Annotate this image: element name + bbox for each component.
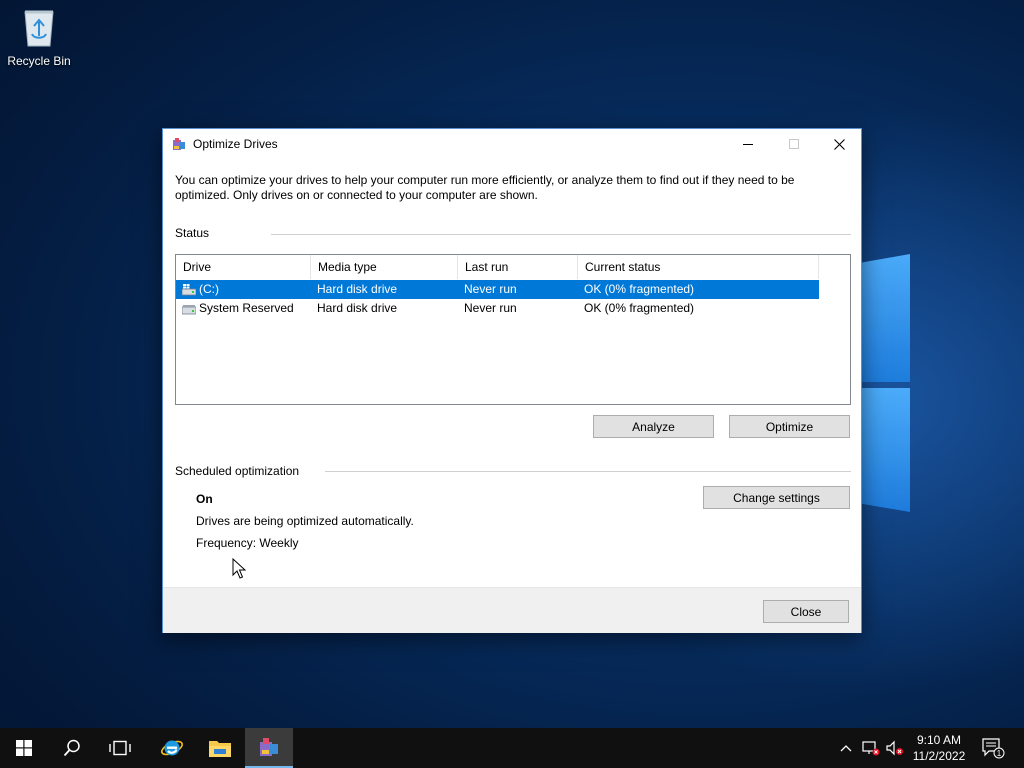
windows-drive-icon xyxy=(181,284,197,296)
network-status-button[interactable] xyxy=(860,728,882,768)
optimize-drives-window: Optimize Drives You can optimize your dr… xyxy=(162,128,862,633)
change-settings-button[interactable]: Change settings xyxy=(703,486,850,509)
drive-last-run: Never run xyxy=(464,301,517,315)
system-clock[interactable]: 9:10 AM 11/2/2022 xyxy=(908,732,970,764)
hard-drive-icon xyxy=(181,303,197,315)
minimize-icon xyxy=(743,144,753,145)
volume-muted-icon xyxy=(886,740,903,756)
scheduled-optimization-label: Scheduled optimization xyxy=(175,464,300,478)
show-hidden-icons-button[interactable] xyxy=(836,728,856,768)
recycle-bin-icon xyxy=(20,6,58,48)
start-button[interactable] xyxy=(0,728,48,768)
intro-text: You can optimize your drives to help you… xyxy=(175,173,795,202)
schedule-state: On xyxy=(196,492,213,506)
mouse-cursor-icon xyxy=(232,557,247,583)
minimize-button[interactable] xyxy=(725,129,771,159)
scheduled-separator xyxy=(325,471,851,472)
clock-date: 11/2/2022 xyxy=(912,749,966,763)
recycle-bin-label: Recycle Bin xyxy=(7,54,71,68)
defrag-app-icon xyxy=(260,738,278,756)
maximize-icon xyxy=(789,139,799,149)
column-header-last-run[interactable]: Last run xyxy=(458,255,578,279)
chevron-up-icon xyxy=(840,745,852,752)
drive-current-status: OK (0% fragmented) xyxy=(584,282,695,296)
maximize-button xyxy=(771,129,817,159)
notification-count: 1 xyxy=(997,749,1002,758)
close-icon xyxy=(833,138,845,150)
search-icon xyxy=(63,739,80,757)
status-label: Status xyxy=(175,226,210,240)
notification-icon: 1 xyxy=(982,738,1005,759)
status-separator xyxy=(271,234,851,235)
volume-button[interactable] xyxy=(884,728,906,768)
close-button[interactable]: Close xyxy=(763,600,849,623)
folder-icon xyxy=(209,741,231,757)
task-view-button[interactable] xyxy=(96,728,144,768)
drive-current-status: OK (0% fragmented) xyxy=(584,301,695,315)
schedule-description: Drives are being optimized automatically… xyxy=(196,514,414,528)
drives-list[interactable]: Drive Media type Last run Current status… xyxy=(175,254,851,405)
recycle-bin-shortcut[interactable]: Recycle Bin xyxy=(6,6,72,68)
column-header-current-status[interactable]: Current status xyxy=(578,255,819,279)
file-explorer-button[interactable] xyxy=(196,728,244,768)
task-view-icon xyxy=(109,740,131,756)
clock-time: 9:10 AM xyxy=(916,733,962,747)
network-disconnected-icon xyxy=(862,741,880,756)
window-title: Optimize Drives xyxy=(193,137,278,151)
close-window-button[interactable] xyxy=(816,129,862,159)
optimize-drives-taskbar-button[interactable] xyxy=(245,728,293,768)
defrag-app-icon xyxy=(172,137,186,151)
windows-start-icon xyxy=(16,740,32,756)
column-header-media-type[interactable]: Media type xyxy=(311,255,458,279)
action-center-button[interactable]: 1 xyxy=(978,728,1008,768)
analyze-button[interactable]: Analyze xyxy=(593,415,714,438)
drive-row-system-reserved[interactable]: System Reserved Hard disk drive Never ru… xyxy=(176,299,819,318)
drive-media-type: Hard disk drive xyxy=(317,282,398,296)
drive-row-c[interactable]: (C:) Hard disk drive Never run OK (0% fr… xyxy=(176,280,819,299)
schedule-frequency: Frequency: Weekly xyxy=(196,536,299,550)
drive-last-run: Never run xyxy=(464,282,517,296)
dialog-footer: Close xyxy=(163,587,861,633)
internet-explorer-icon xyxy=(161,740,183,756)
drive-name: System Reserved xyxy=(199,301,294,315)
search-button[interactable] xyxy=(48,728,96,768)
drives-list-header: Drive Media type Last run Current status xyxy=(176,255,819,279)
column-header-drive[interactable]: Drive xyxy=(176,255,311,279)
title-bar[interactable]: Optimize Drives xyxy=(163,129,861,159)
internet-explorer-button[interactable] xyxy=(148,728,196,768)
taskbar: 9:10 AM 11/2/2022 1 xyxy=(0,728,1024,768)
optimize-button[interactable]: Optimize xyxy=(729,415,850,438)
drive-media-type: Hard disk drive xyxy=(317,301,398,315)
drive-name: (C:) xyxy=(199,282,219,296)
